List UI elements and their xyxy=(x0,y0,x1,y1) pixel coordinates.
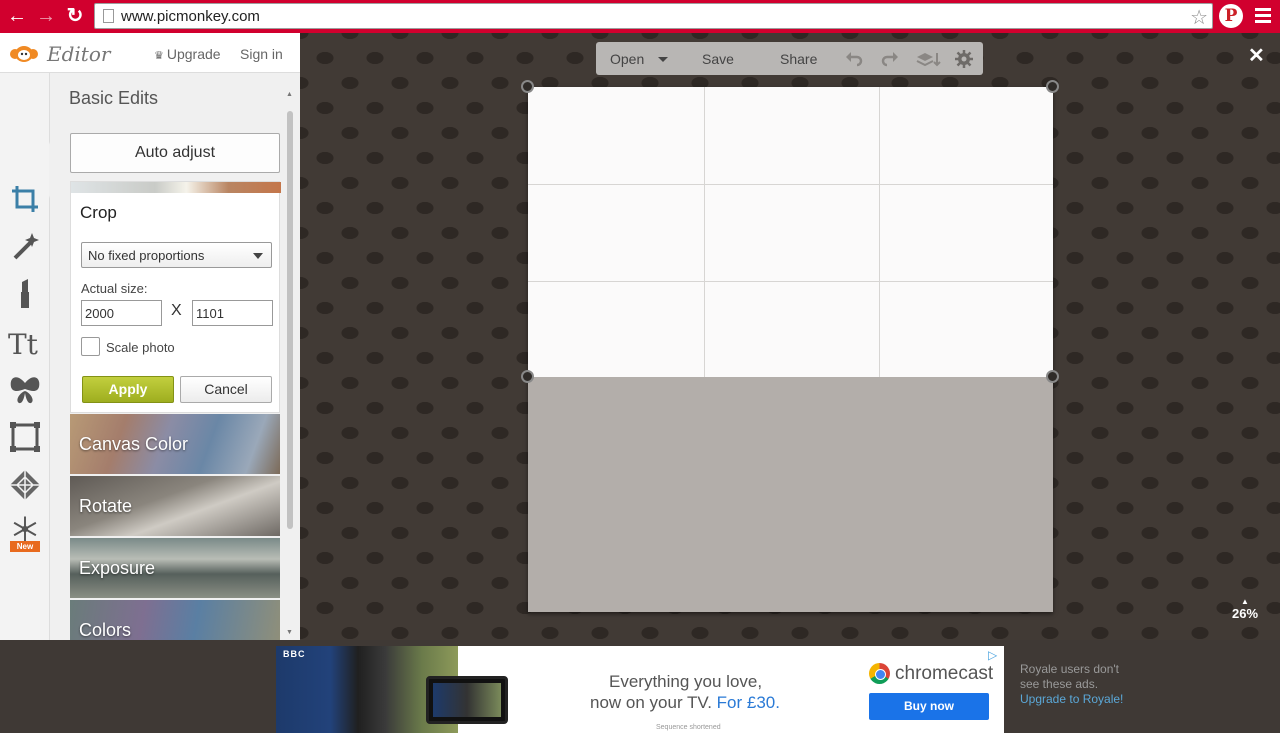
frame-icon[interactable] xyxy=(7,419,43,455)
buy-now-button[interactable]: Buy now xyxy=(869,693,989,720)
monkey-logo-icon[interactable] xyxy=(9,43,39,63)
crop-thumbnail-strip xyxy=(71,182,281,193)
texture-icon[interactable] xyxy=(7,467,43,503)
page-icon xyxy=(103,9,114,23)
zoom-up-icon[interactable]: ▲ xyxy=(1232,597,1258,606)
sign-in-link[interactable]: Sign in xyxy=(240,46,283,62)
text-tt-icon[interactable]: Tt xyxy=(7,324,43,361)
reload-icon[interactable]: ↻ xyxy=(64,5,86,27)
crop-selection[interactable] xyxy=(528,87,1053,377)
width-input[interactable]: 2000 xyxy=(81,300,162,326)
butterfly-icon[interactable] xyxy=(7,371,43,407)
rotate-tile[interactable]: Rotate xyxy=(70,476,280,536)
seasonal-snowflake-icon[interactable]: New xyxy=(7,515,43,557)
svg-text:Tt: Tt xyxy=(8,328,39,360)
layers-icon[interactable] xyxy=(915,49,941,69)
lipstick-icon[interactable] xyxy=(7,276,43,312)
upgrade-royale-link[interactable]: Upgrade to Royale! xyxy=(1020,692,1123,706)
browser-toolbar: ← → ↻ www.picmonkey.com ☆ P xyxy=(0,0,1280,33)
settings-gear-icon[interactable] xyxy=(954,49,974,69)
colors-tile[interactable]: Colors xyxy=(70,600,280,640)
editor-toolbar: Open Save Share xyxy=(596,42,983,75)
proportions-dropdown[interactable]: No fixed proportions xyxy=(81,242,272,268)
crop-handle-bottom-left[interactable] xyxy=(521,370,534,383)
crop-grid-line xyxy=(704,87,705,377)
back-arrow-icon[interactable]: ← xyxy=(6,5,28,27)
app-header: Editor ♛ Upgrade Sign in xyxy=(0,33,300,73)
bbc-logo: BBC xyxy=(283,649,306,659)
scroll-up-icon[interactable]: ▲ xyxy=(286,91,293,98)
open-button[interactable]: Open xyxy=(610,51,644,67)
cancel-button[interactable]: Cancel xyxy=(180,376,272,403)
share-button[interactable]: Share xyxy=(780,51,817,67)
auto-adjust-button[interactable]: Auto adjust xyxy=(70,133,280,173)
size-separator: X xyxy=(171,302,182,319)
editor-logo-text: Editor xyxy=(47,42,111,66)
ad-subline: now on your TV. For £30. xyxy=(590,693,780,713)
magic-wand-icon[interactable] xyxy=(7,228,43,264)
phone-image xyxy=(426,676,508,724)
editor-workspace: Open Save Share ✕ ▲ 26% xyxy=(300,33,1280,640)
tool-rail: Tt New xyxy=(0,73,50,640)
scale-photo-checkbox[interactable] xyxy=(81,337,100,356)
ad-fine-print: Sequence shortened xyxy=(656,724,721,731)
forward-arrow-icon[interactable]: → xyxy=(35,5,57,27)
crop-grid-line xyxy=(528,184,1053,185)
tile-label: Canvas Color xyxy=(79,434,189,454)
height-input[interactable]: 1101 xyxy=(192,300,273,326)
panel-scrollbar[interactable]: ▲ ▼ xyxy=(285,91,295,636)
chromecast-wordmark: chromecast xyxy=(895,663,994,684)
chevron-down-icon xyxy=(253,253,263,259)
exposure-tile[interactable]: Exposure xyxy=(70,538,280,598)
phone-screen xyxy=(433,683,501,717)
crop-handle-top-right[interactable] xyxy=(1046,80,1059,93)
actual-size-label: Actual size: xyxy=(81,281,148,296)
tile-label: Exposure xyxy=(79,558,156,578)
panel-title: Basic Edits xyxy=(69,88,159,108)
scroll-thumb[interactable] xyxy=(287,111,293,529)
open-dropdown-chevron-icon[interactable] xyxy=(658,57,668,62)
upgrade-label: Upgrade xyxy=(166,46,221,62)
crop-grid-line xyxy=(879,87,880,377)
browser-menu-icon[interactable] xyxy=(1255,8,1271,24)
tile-label: Colors xyxy=(79,620,132,640)
save-button[interactable]: Save xyxy=(702,51,734,67)
crop-tool-icon[interactable] xyxy=(7,181,43,217)
url-text[interactable]: www.picmonkey.com xyxy=(121,8,260,25)
ad-headline: Everything you love, xyxy=(609,672,763,691)
apply-button[interactable]: Apply xyxy=(82,376,174,403)
crop-grid-line xyxy=(528,281,1053,282)
ad-price: For £30. xyxy=(716,693,780,712)
address-bar[interactable]: www.picmonkey.com ☆ xyxy=(94,3,1213,29)
redo-icon[interactable] xyxy=(880,49,900,69)
chromecast-ad[interactable]: BBC Everything you love, now on your TV.… xyxy=(276,646,1004,733)
ad-choices-icon[interactable]: ▷ xyxy=(988,648,997,662)
crown-icon: ♛ xyxy=(154,50,164,62)
close-editor-icon[interactable]: ✕ xyxy=(1248,43,1265,68)
proportions-selected: No fixed proportions xyxy=(88,248,205,263)
scroll-down-icon[interactable]: ▼ xyxy=(286,629,293,636)
chrome-logo-icon xyxy=(869,663,890,684)
pinterest-icon[interactable]: P xyxy=(1219,4,1243,28)
new-badge: New xyxy=(10,541,40,552)
zoom-control[interactable]: ▲ 26% xyxy=(1232,597,1258,621)
crop-title: Crop xyxy=(80,203,117,222)
crop-handle-top-left[interactable] xyxy=(521,80,534,93)
photo-canvas[interactable] xyxy=(521,80,1059,612)
royale-note: Royale users don't see these ads. Upgrad… xyxy=(1020,662,1140,707)
scale-photo-label[interactable]: Scale photo xyxy=(106,340,175,355)
undo-icon[interactable] xyxy=(844,49,864,69)
crop-card: Crop No fixed proportions Actual size: 2… xyxy=(70,181,281,413)
crop-handle-bottom-right[interactable] xyxy=(1046,370,1059,383)
tile-label: Rotate xyxy=(79,496,133,516)
ad-subline-text: now on your TV. xyxy=(590,693,717,712)
royale-text: Royale users don't see these ads. xyxy=(1020,662,1120,691)
basic-edits-panel: Basic Edits Auto adjust Crop No fixed pr… xyxy=(50,73,300,640)
bookmark-star-icon[interactable]: ☆ xyxy=(1190,5,1208,30)
canvas-color-tile[interactable]: Canvas Color xyxy=(70,414,280,474)
zoom-level: 26% xyxy=(1232,606,1259,621)
upgrade-link[interactable]: ♛ Upgrade xyxy=(154,46,221,62)
